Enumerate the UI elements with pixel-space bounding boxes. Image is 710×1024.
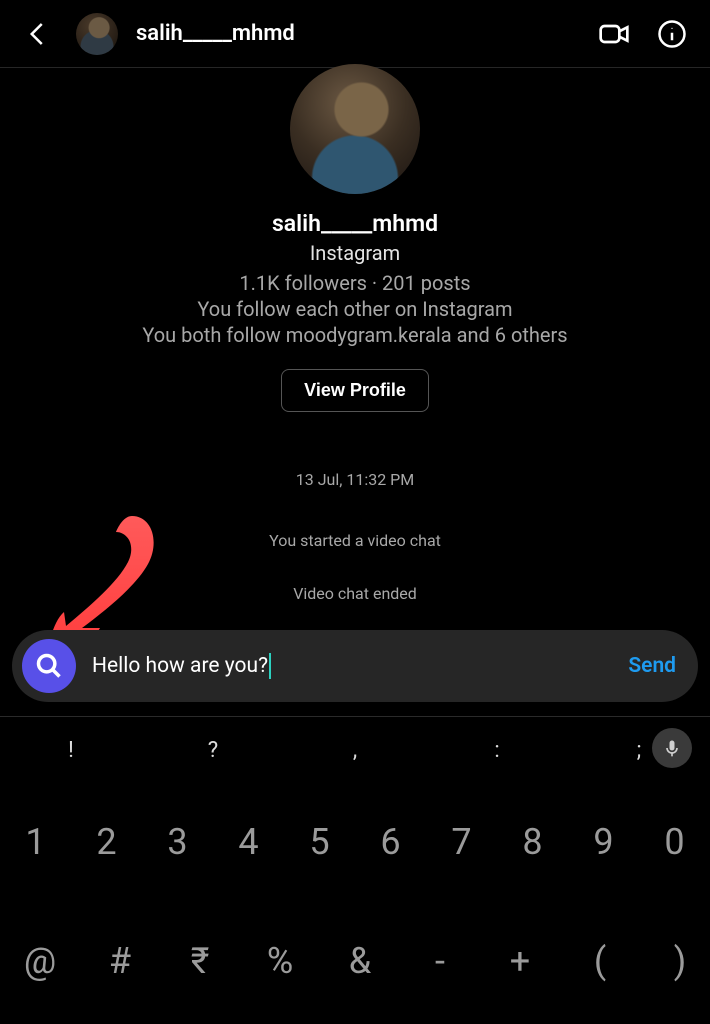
- key-hash[interactable]: #: [80, 940, 160, 982]
- info-button[interactable]: [652, 14, 692, 54]
- key-7[interactable]: 7: [426, 821, 497, 863]
- send-button[interactable]: Send: [628, 654, 676, 678]
- key-2[interactable]: 2: [71, 821, 142, 863]
- composer-search-button[interactable]: [22, 639, 76, 693]
- key-amp[interactable]: &: [320, 940, 400, 982]
- system-message: You started a video chat: [0, 531, 710, 550]
- message-composer: Hello how are you? Send: [12, 630, 698, 702]
- profile-stats: 1.1K followers · 201 posts: [239, 271, 470, 295]
- key-0[interactable]: 0: [639, 821, 710, 863]
- key-1[interactable]: 1: [0, 821, 71, 863]
- search-icon: [35, 652, 63, 680]
- video-camera-icon: [598, 18, 630, 50]
- chat-header: salih_____mhmd: [0, 0, 710, 68]
- key-lparen[interactable]: (: [560, 940, 640, 982]
- header-avatar[interactable]: [76, 13, 118, 55]
- key-exclaim[interactable]: !: [26, 738, 116, 763]
- thread-timestamp: 13 Jul, 11:32 PM: [0, 470, 710, 489]
- profile-avatar[interactable]: [290, 64, 420, 194]
- arrow-left-icon: [23, 19, 53, 49]
- key-rparen[interactable]: ): [640, 940, 710, 982]
- key-9[interactable]: 9: [568, 821, 639, 863]
- key-plus[interactable]: +: [480, 940, 560, 982]
- key-percent[interactable]: %: [240, 940, 320, 982]
- message-input-text: Hello how are you?: [92, 654, 268, 678]
- keyboard-punctuation-row: ! ? , : ;: [0, 717, 710, 783]
- soft-keyboard: ! ? , : ; 1 2 3 4 5 6 7 8 9 0 @ # ₹ % & …: [0, 716, 710, 1024]
- text-caret: [269, 653, 271, 679]
- key-colon[interactable]: :: [452, 738, 542, 763]
- header-username[interactable]: salih_____mhmd: [136, 21, 576, 46]
- key-4[interactable]: 4: [213, 821, 284, 863]
- key-minus[interactable]: -: [400, 940, 480, 982]
- profile-username: salih_____mhmd: [272, 210, 438, 237]
- message-input[interactable]: Hello how are you?: [92, 653, 628, 679]
- key-8[interactable]: 8: [497, 821, 568, 863]
- system-message: Video chat ended: [0, 584, 710, 603]
- back-button[interactable]: [18, 14, 58, 54]
- profile-follow-note: You follow each other on Instagram: [197, 297, 512, 321]
- profile-platform: Instagram: [310, 241, 400, 265]
- key-at[interactable]: @: [0, 940, 80, 982]
- key-rupee[interactable]: ₹: [160, 940, 240, 982]
- key-comma[interactable]: ,: [310, 738, 400, 763]
- key-3[interactable]: 3: [142, 821, 213, 863]
- keyboard-digit-row: 1 2 3 4 5 6 7 8 9 0: [0, 783, 710, 902]
- microphone-icon: [662, 738, 682, 758]
- voice-input-button[interactable]: [652, 728, 692, 768]
- keyboard-symbol-row: @ # ₹ % & - + ( ): [0, 902, 710, 1024]
- key-5[interactable]: 5: [284, 821, 355, 863]
- video-call-button[interactable]: [594, 14, 634, 54]
- profile-mutuals-note: You both follow moodygram.kerala and 6 o…: [142, 323, 567, 347]
- key-question[interactable]: ?: [168, 738, 258, 763]
- info-icon: [657, 19, 687, 49]
- view-profile-button[interactable]: View Profile: [281, 369, 429, 412]
- profile-card: salih_____mhmd Instagram 1.1K followers …: [0, 68, 710, 412]
- key-6[interactable]: 6: [355, 821, 426, 863]
